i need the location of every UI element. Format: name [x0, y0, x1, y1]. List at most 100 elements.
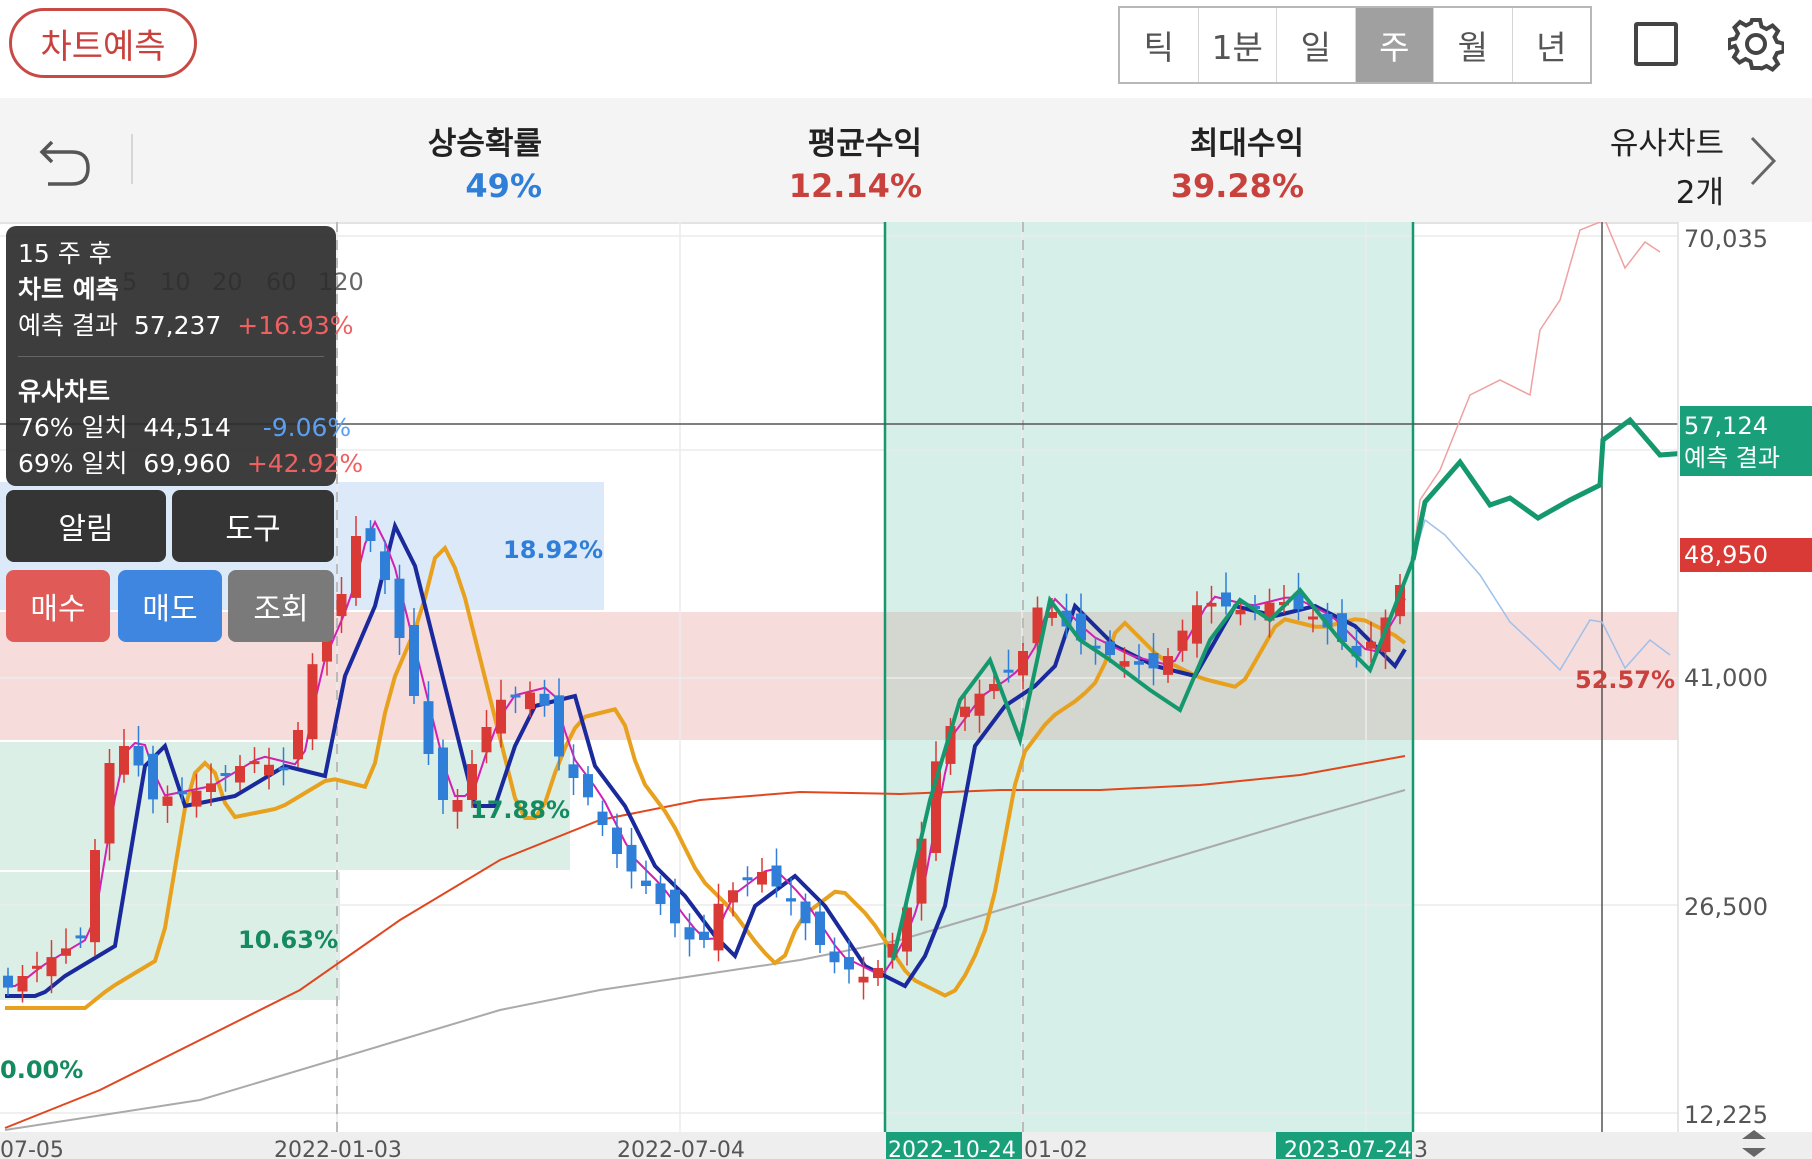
candle — [844, 957, 854, 970]
candle — [235, 766, 245, 783]
rise-probability: 상승확률 49% — [420, 118, 542, 205]
candle — [568, 764, 579, 778]
candle — [815, 911, 825, 945]
candle — [351, 536, 361, 598]
candle — [641, 880, 651, 886]
alarm-button[interactable]: 알림 — [6, 490, 166, 562]
period-week[interactable]: 주 — [1355, 8, 1434, 82]
rise-probability-value: 49% — [465, 167, 542, 205]
candle — [713, 903, 724, 951]
x-tick: 2022-07-04 — [617, 1138, 745, 1159]
zone-label-red: 52.57% — [1575, 666, 1675, 694]
candle — [583, 774, 593, 798]
candle — [554, 695, 564, 757]
candle — [452, 800, 463, 812]
x-tick: 3 — [1414, 1138, 1428, 1159]
max-return: 최대수익 39.28% — [1170, 118, 1304, 205]
divider — [131, 134, 133, 184]
candle — [510, 694, 521, 698]
candle — [771, 865, 782, 887]
candle — [539, 693, 550, 706]
max-return-label: 최대수익 — [1189, 126, 1304, 162]
candle — [655, 883, 666, 904]
view-button[interactable]: 조회 — [228, 570, 334, 642]
candle — [684, 927, 695, 940]
candle — [858, 976, 869, 983]
similar-match: 69% 일치 — [18, 449, 128, 478]
candle — [1163, 656, 1173, 675]
candle — [75, 935, 86, 939]
similar-change: +42.92% — [246, 449, 364, 478]
candle — [1221, 592, 1231, 607]
x-tick-match-start: 2022-10-24 — [888, 1138, 1016, 1159]
period-selector: 틱 1분 일 주 월 년 — [1118, 6, 1592, 84]
divider — [18, 356, 324, 357]
candle — [829, 951, 840, 963]
candle — [46, 957, 57, 977]
tool-button[interactable]: 도구 — [172, 490, 334, 562]
prediction-result-row: 예측 결과 57,237 +16.93% — [18, 306, 354, 342]
y-tick: 41,000 — [1684, 664, 1768, 692]
candle — [525, 692, 535, 710]
similar-change: -9.06% — [262, 413, 352, 442]
prediction-info-panel: 15 주 후 차트 예측 예측 결과 57,237 +16.93% 유사차트 7… — [6, 226, 363, 486]
chart-predict-button[interactable]: 차트예측 — [9, 8, 197, 78]
candle — [786, 898, 796, 902]
similar-chart-up-line — [1412, 222, 1661, 561]
candle — [162, 796, 173, 806]
candle — [800, 901, 811, 924]
candle — [177, 791, 187, 795]
gear-icon[interactable] — [1728, 16, 1784, 72]
zone-label-blue: 18.92% — [503, 536, 603, 564]
candle — [409, 625, 419, 696]
period-year[interactable]: 년 — [1513, 8, 1591, 82]
rise-probability-label: 상승확률 — [427, 126, 542, 162]
candle — [249, 761, 260, 765]
candle — [496, 699, 506, 734]
candle — [17, 976, 28, 992]
candle — [1192, 605, 1202, 644]
candle — [1235, 609, 1246, 615]
period-tick[interactable]: 틱 — [1120, 8, 1199, 82]
candle — [438, 747, 448, 800]
x-tick: 07-05 — [0, 1138, 64, 1159]
candle — [61, 948, 71, 956]
similar-title: 유사차트 — [18, 377, 111, 406]
undo-icon[interactable] — [38, 128, 94, 188]
candle — [612, 827, 622, 854]
candle — [148, 753, 158, 800]
period-month[interactable]: 월 — [1434, 8, 1513, 82]
zone-label-green-1: 17.88% — [470, 796, 570, 824]
chevron-right-icon[interactable] — [1748, 134, 1778, 188]
buy-button[interactable]: 매수 — [6, 570, 110, 642]
candle — [699, 931, 709, 940]
sell-button[interactable]: 매도 — [118, 570, 222, 642]
candle — [423, 701, 434, 754]
prediction-price-note: 예측 결과 — [1684, 444, 1780, 472]
period-1min[interactable]: 1분 — [1199, 8, 1277, 82]
period-day[interactable]: 일 — [1277, 8, 1356, 82]
candle — [873, 968, 883, 979]
max-return-value: 39.28% — [1170, 167, 1304, 205]
current-price: 48,950 — [1684, 541, 1768, 569]
candle — [1308, 616, 1318, 620]
square-icon[interactable] — [1634, 22, 1678, 66]
candle — [742, 877, 753, 881]
prediction-result-label: 예측 결과 — [18, 311, 118, 340]
prediction-result-change: +16.93% — [237, 311, 354, 340]
candle — [32, 965, 42, 969]
y-tick: 26,500 — [1684, 893, 1768, 921]
candle — [1206, 602, 1217, 607]
similar-charts[interactable]: 유사차트 2개 — [1590, 118, 1724, 212]
candle — [90, 850, 100, 943]
zone-label-green-2: 10.63% — [238, 926, 338, 954]
similar-match: 76% 일치 — [18, 413, 128, 442]
zone-label-base: 0.00% — [0, 1056, 83, 1084]
candle — [336, 594, 347, 617]
candle — [1366, 641, 1376, 649]
x-tick: 2022-01-03 — [274, 1138, 402, 1159]
candle — [104, 763, 115, 844]
weeks-after: 15 주 후 — [18, 239, 112, 268]
candle — [670, 889, 680, 924]
x-tick: 01-02 — [1024, 1138, 1088, 1159]
